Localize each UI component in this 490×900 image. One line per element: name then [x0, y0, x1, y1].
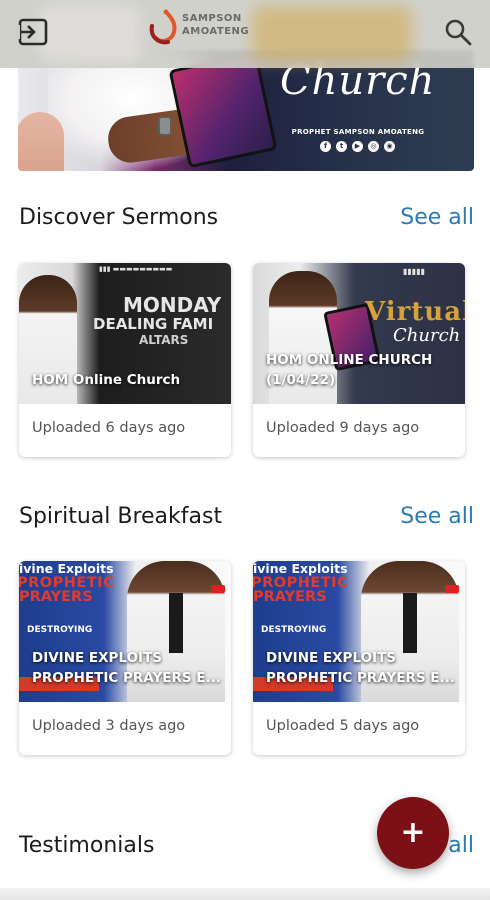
sermon-card[interactable]: ▮▮▮ ▬▬▬▬▬▬▬▬▬ MONDAY DEALING FAMI ALTARS…: [19, 263, 231, 457]
banner-finger-image: [18, 112, 64, 171]
youtube-icon: ▶: [352, 141, 363, 152]
banner-social-row: f t ▶ ◎ ◉: [320, 141, 395, 152]
bottom-edge: [0, 888, 490, 900]
thumb-tie-image: [169, 593, 183, 653]
sermon-thumbnail: ▮▮▮▮▮ Virtual Church HOM ONLINE CHURCH (…: [253, 263, 465, 404]
banner-watch-image: [158, 116, 172, 136]
breakfast-title: DIVINE EXPLOITS PROPHETIC PRAYERS E...: [32, 650, 221, 686]
sermon-card[interactable]: ▮▮▮▮▮ Virtual Church HOM ONLINE CHURCH (…: [253, 263, 465, 457]
breakfast-thumbnail: ivine Exploits PROPHETIC PRAYERS DESTROY…: [19, 561, 231, 702]
plus-icon: +: [400, 815, 426, 850]
breakfast-card[interactable]: ivine Exploits PROPHETIC PRAYERS DESTROY…: [253, 561, 465, 755]
instagram-icon: ◎: [368, 141, 379, 152]
exit-to-app-icon[interactable]: [16, 16, 52, 48]
breakfast-thumbnail: ivine Exploits PROPHETIC PRAYERS DESTROY…: [253, 561, 465, 702]
thumb-overlay-line1: MONDAY: [123, 293, 222, 317]
thumb-overlay-line3: PRAYERS: [19, 589, 93, 605]
sermon-title: HOM Online Church: [32, 372, 181, 388]
thumb-overlay-line1: ivine Exploits: [19, 561, 114, 576]
section-title-testimonials: Testimonials: [19, 833, 155, 858]
banner-subtitle: PROPHET SAMPSON AMOATENG: [291, 128, 425, 136]
web-icon: ◉: [384, 141, 395, 152]
thumb-overlay-line3: PRAYERS: [253, 589, 327, 605]
breakfast-carousel: ivine Exploits PROPHETIC PRAYERS DESTROY…: [19, 561, 465, 755]
thumb-header-logo: ▮▮▮ ▬▬▬▬▬▬▬▬▬: [99, 265, 173, 273]
app-logo[interactable]: [146, 8, 182, 48]
thumb-overlay-line4: DESTROYING: [27, 625, 93, 635]
thumb-overlay-line3: ALTARS: [139, 333, 189, 347]
upload-time: Uploaded 3 days ago: [32, 718, 186, 734]
app-logo-text: SAMPSON AMOATENG: [182, 12, 249, 38]
section-title-spiritual-breakfast: Spiritual Breakfast: [19, 504, 223, 529]
upload-time: Uploaded 9 days ago: [266, 420, 420, 436]
see-all-sermons-link[interactable]: See all: [400, 205, 474, 230]
app-bar-blur-right: [252, 6, 412, 62]
breakfast-card[interactable]: ivine Exploits PROPHETIC PRAYERS DESTROY…: [19, 561, 231, 755]
thumb-overlay-line2: Church: [393, 325, 461, 346]
sermon-title: HOM ONLINE CHURCH (1/04/22): [266, 352, 433, 388]
section-title-discover-sermons: Discover Sermons: [19, 205, 219, 230]
app-screen: Church PROPHET SAMPSON AMOATENG f t ▶ ◎ …: [0, 0, 490, 900]
logo-text-line1: SAMPSON: [182, 13, 242, 24]
live-badge-icon: [211, 585, 225, 593]
see-all-breakfast-link[interactable]: See all: [400, 504, 474, 529]
thumb-tie-image: [403, 593, 417, 653]
add-fab-button[interactable]: +: [377, 797, 449, 869]
thumb-overlay-line1: ivine Exploits: [253, 561, 348, 576]
twitter-icon: t: [336, 141, 347, 152]
logo-text-line2: AMOATENG: [182, 26, 250, 37]
facebook-icon: f: [320, 141, 331, 152]
app-bar: SAMPSON AMOATENG: [0, 0, 490, 68]
sermons-carousel: ▮▮▮ ▬▬▬▬▬▬▬▬▬ MONDAY DEALING FAMI ALTARS…: [19, 263, 465, 457]
upload-time: Uploaded 6 days ago: [32, 420, 186, 436]
sermon-thumbnail: ▮▮▮ ▬▬▬▬▬▬▬▬▬ MONDAY DEALING FAMI ALTARS…: [19, 263, 231, 404]
thumb-overlay-line4: DESTROYING: [261, 625, 327, 635]
thumb-header-logo: ▮▮▮▮▮: [403, 267, 426, 276]
search-icon[interactable]: [444, 18, 472, 46]
banner-phone-image: [168, 51, 278, 169]
app-bar-blur-left: [40, 6, 140, 62]
upload-time: Uploaded 5 days ago: [266, 718, 420, 734]
live-badge-icon: [445, 585, 459, 593]
hero-banner[interactable]: Church PROPHET SAMPSON AMOATENG f t ▶ ◎ …: [18, 50, 474, 171]
see-all-testimonials-link[interactable]: all: [448, 833, 474, 858]
thumb-overlay-line2: DEALING FAMI: [93, 315, 214, 333]
breakfast-title: DIVINE EXPLOITS PROPHETIC PRAYERS E...: [266, 650, 455, 686]
thumb-overlay-line1: Virtual: [365, 297, 465, 327]
